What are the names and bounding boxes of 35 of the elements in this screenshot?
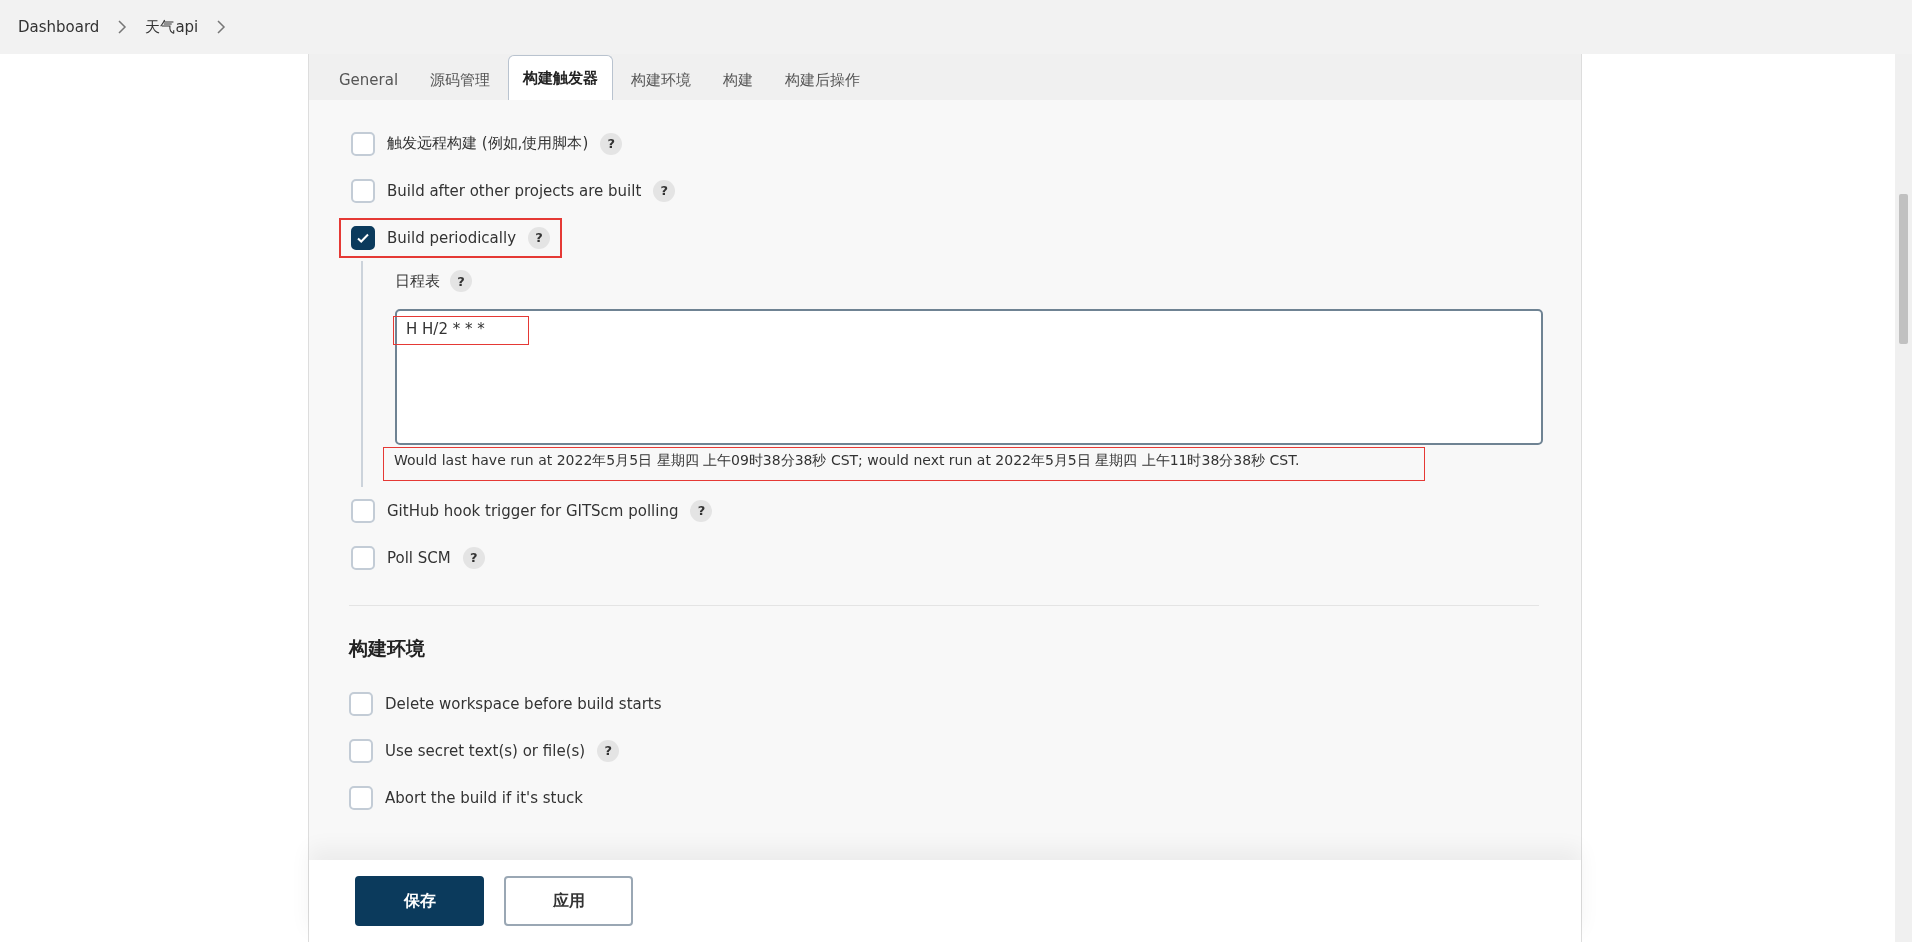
- help-icon[interactable]: ?: [653, 179, 676, 202]
- help-icon[interactable]: ?: [528, 226, 551, 249]
- field-label: 日程表: [395, 271, 440, 291]
- tab[interactable]: General: [325, 60, 413, 100]
- tab[interactable]: 源码管理: [416, 60, 505, 100]
- schedule-hint: Would last have run at 2022年5月5日 星期四 上午09时38分38秒 CST; would next run at 2022年5月5日 星期四 上午11时38分38秒 CST.: [383, 447, 1425, 481]
- chevron-right-icon: [117, 20, 128, 34]
- schedule-input-field[interactable]: H H/2 * * *: [395, 309, 1543, 445]
- tab[interactable]: 构建触发器: [508, 55, 614, 100]
- breadcrumb-link[interactable]: 天气api: [145, 17, 199, 37]
- tab[interactable]: 构建环境: [617, 60, 706, 100]
- checkbox-label: Poll SCM: [387, 548, 451, 567]
- checkbox-label: Delete workspace before build starts: [385, 694, 662, 713]
- help-icon[interactable]: ?: [597, 739, 620, 762]
- scrollbar[interactable]: [1895, 54, 1912, 942]
- checkbox-label: Build periodically: [387, 228, 517, 247]
- breadcrumb-link[interactable]: Dashboard: [18, 18, 100, 36]
- checkbox[interactable]: [351, 225, 375, 250]
- checkbox-label: Abort the build if it's stuck: [385, 788, 583, 807]
- checkbox-label: Use secret text(s) or file(s): [385, 741, 586, 760]
- schedule-value: H H/2 * * *: [393, 316, 529, 345]
- save-button[interactable]: 保存: [355, 876, 484, 926]
- help-icon[interactable]: ?: [600, 132, 623, 155]
- checkbox-label: GitHub hook trigger for GITScm polling: [387, 501, 679, 520]
- chevron-right-icon: [216, 20, 227, 34]
- scrollbar-thumb[interactable]: [1899, 194, 1908, 344]
- section-heading: 构建环境: [349, 636, 426, 661]
- help-icon[interactable]: ?: [450, 270, 472, 292]
- help-icon[interactable]: ?: [462, 546, 485, 569]
- tab[interactable]: 构建: [709, 60, 768, 100]
- tab[interactable]: 构建后操作: [771, 60, 875, 100]
- apply-button[interactable]: 应用: [504, 876, 633, 926]
- checkbox-label: 触发远程构建 (例如,使用脚本): [387, 134, 589, 153]
- checkbox-label: Build after other projects are built: [387, 181, 642, 200]
- help-icon[interactable]: ?: [690, 499, 713, 522]
